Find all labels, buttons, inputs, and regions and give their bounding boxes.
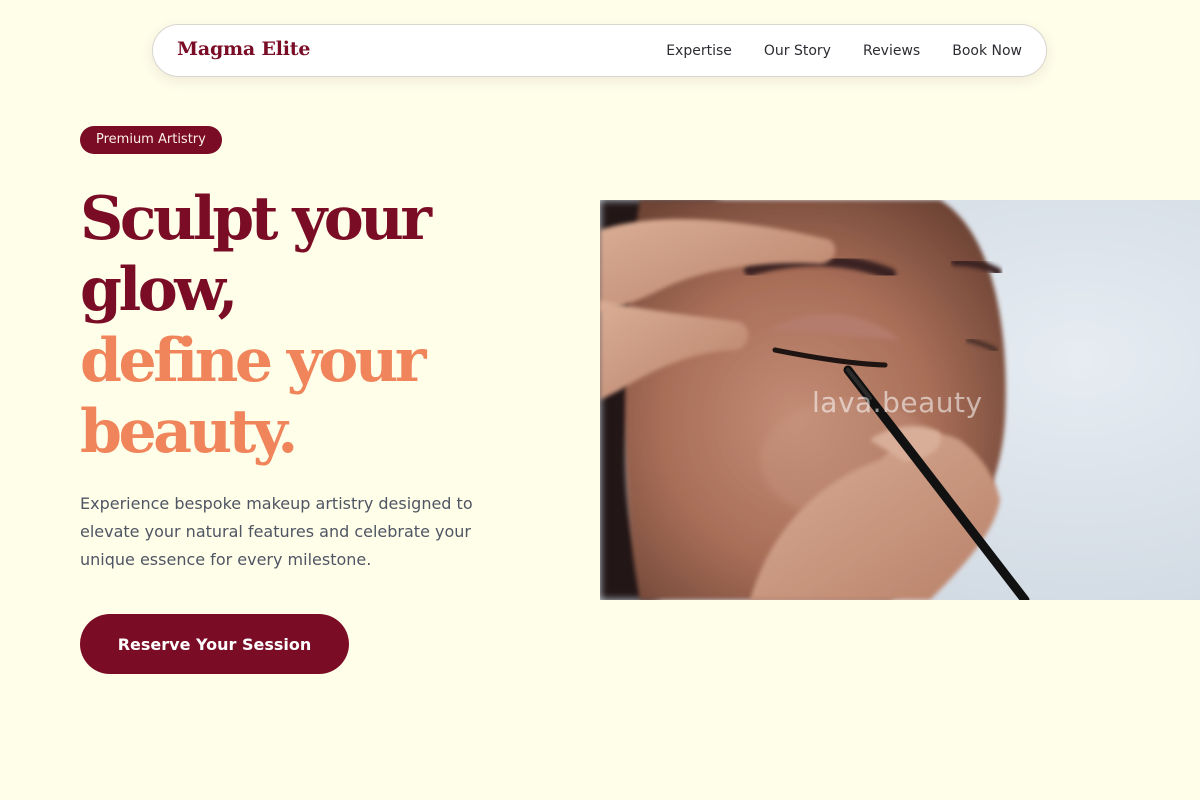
photo-watermark: lava.beauty xyxy=(812,386,983,419)
reserve-session-button[interactable]: Reserve Your Session xyxy=(80,614,349,674)
headline-line-4: beauty. xyxy=(80,397,298,467)
hero-photo: lava.beauty xyxy=(600,200,1200,600)
premium-badge: Premium Artistry xyxy=(80,126,222,154)
navbar: Magma Elite Expertise Our Story Reviews … xyxy=(152,24,1047,77)
hero-description: Experience bespoke makeup artistry desig… xyxy=(80,494,473,569)
hero-headline: Sculpt your glow, define your beauty. xyxy=(80,184,580,468)
headline-line-1: Sculpt your xyxy=(80,184,432,254)
brand-logo[interactable]: Magma Elite xyxy=(177,38,310,60)
nav-link-our-story[interactable]: Our Story xyxy=(764,43,831,59)
nav-link-expertise[interactable]: Expertise xyxy=(666,43,732,59)
headline-line-2: glow, xyxy=(80,255,238,325)
nav-link-book-now[interactable]: Book Now xyxy=(952,43,1022,59)
nav-links: Expertise Our Story Reviews Book Now xyxy=(666,25,1022,76)
headline-line-3: define your xyxy=(80,326,427,396)
nav-link-reviews[interactable]: Reviews xyxy=(863,43,920,59)
